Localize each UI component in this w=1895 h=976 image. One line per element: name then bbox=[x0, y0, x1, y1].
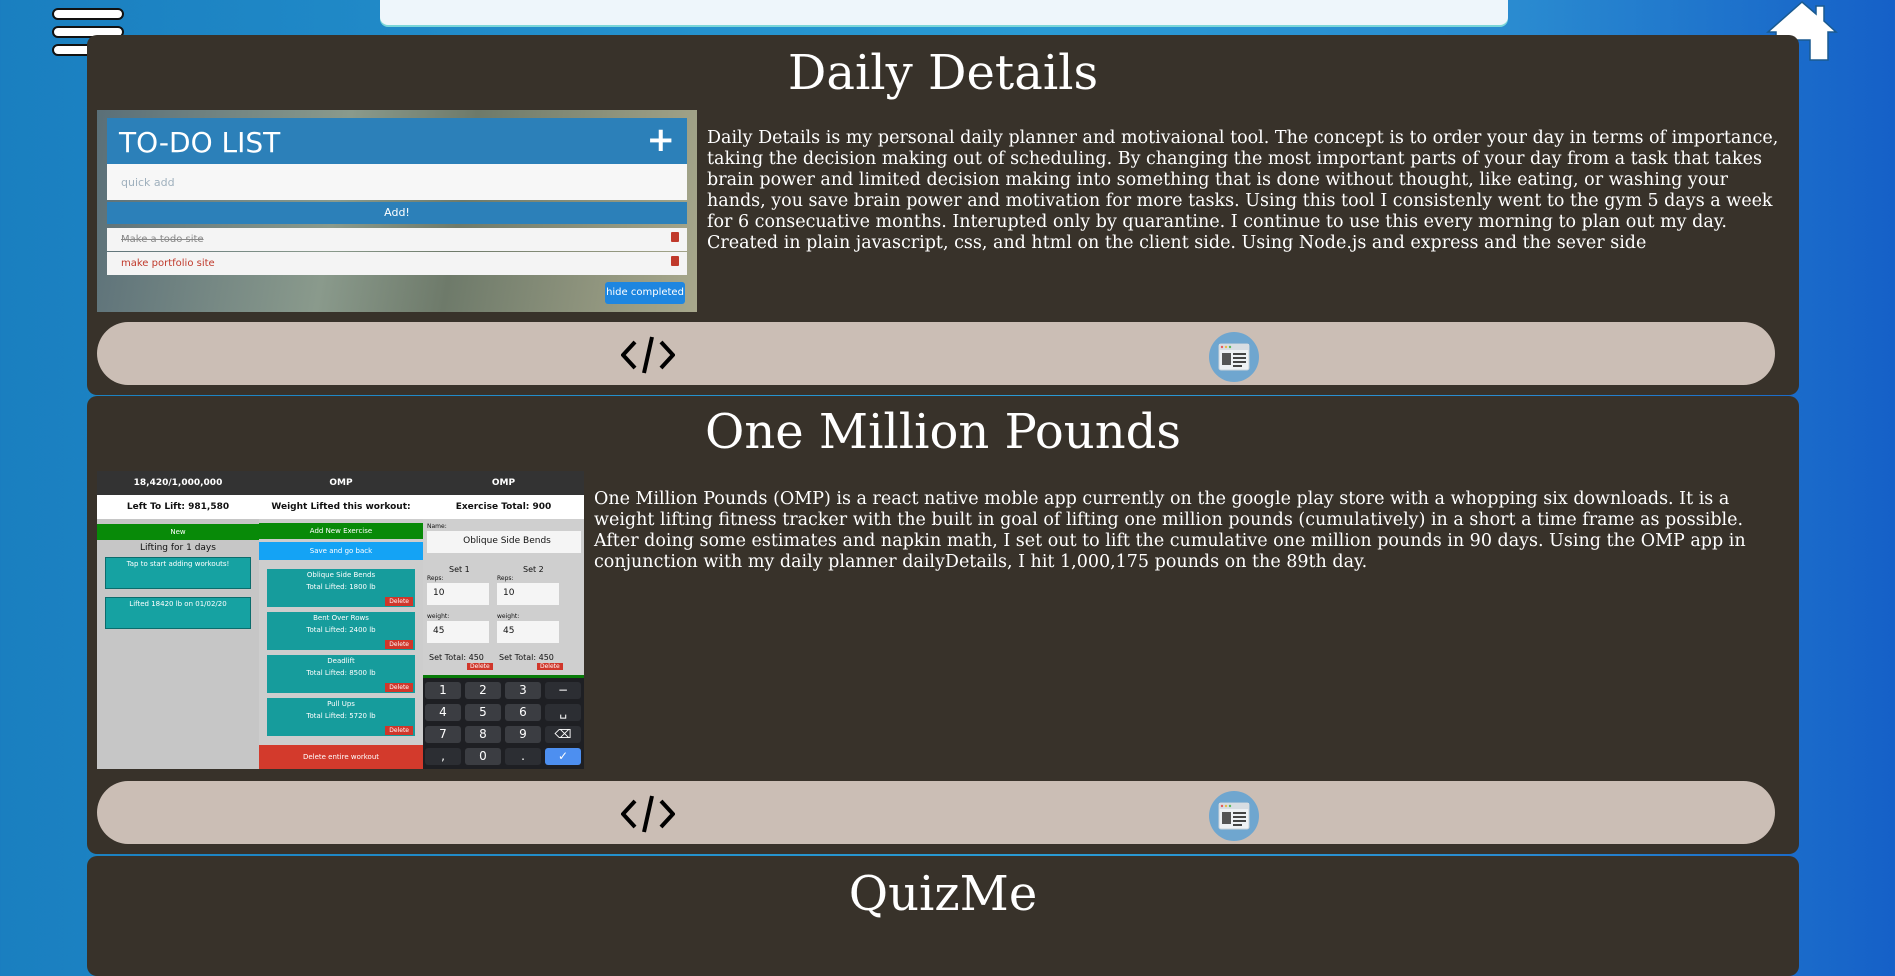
project-card-daily-details: Daily Details TO-DO LIST + quick add Add… bbox=[87, 35, 1799, 395]
omp-delete-button: Delete bbox=[385, 640, 413, 649]
omp-delete-button: Delete bbox=[385, 597, 413, 606]
omp-header: OMP bbox=[423, 471, 584, 495]
omp-name-label: Name: bbox=[427, 523, 447, 530]
omp-workout-item: Oblique Side Bends Total Lifted: 1800 lb… bbox=[267, 569, 415, 607]
project-links-bar bbox=[97, 322, 1775, 385]
todo-item-text: make portfolio site bbox=[121, 258, 215, 269]
trash-icon bbox=[671, 232, 679, 242]
todo-item: Make a todo site bbox=[107, 228, 687, 251]
omp-workout-item: Pull Ups Total Lifted: 5720 lb Delete bbox=[267, 698, 415, 736]
omp-workout-item: Deadlift Total Lifted: 8500 lb Delete bbox=[267, 655, 415, 693]
project-description: Daily Details is my personal daily plann… bbox=[707, 128, 1779, 253]
quick-add-placeholder: quick add bbox=[121, 176, 175, 189]
todo-item-text: Make a todo site bbox=[121, 234, 204, 245]
omp-delete-button: Delete bbox=[537, 663, 563, 670]
omp-workout-name: Bent Over Rows bbox=[313, 614, 369, 622]
project-title: QuizMe bbox=[848, 866, 1038, 922]
omp-name-field: Oblique Side Bends bbox=[427, 531, 581, 553]
project-title: Daily Details bbox=[787, 45, 1099, 101]
omp-add-exercise: Add New Exercise bbox=[259, 523, 423, 539]
keypad-key: ⌫ bbox=[545, 726, 581, 743]
todo-header-title: TO-DO LIST bbox=[119, 126, 281, 159]
keypad-key: 4 bbox=[425, 704, 461, 721]
code-icon[interactable] bbox=[620, 795, 676, 833]
project-screenshot: TO-DO LIST + quick add Add! Make a todo … bbox=[97, 110, 697, 312]
keypad-key: ✓ bbox=[545, 748, 581, 765]
project-screenshot: 18,420/1,000,000 Left To Lift: 981,580 N… bbox=[97, 471, 584, 769]
omp-exercise-screen: OMP Exercise Total: 900 Name: Oblique Si… bbox=[423, 471, 584, 769]
top-bar bbox=[380, 0, 1508, 25]
omp-home-screen: 18,420/1,000,000 Left To Lift: 981,580 N… bbox=[97, 471, 259, 769]
keypad-key: 3 bbox=[505, 682, 541, 699]
omp-reps-field: 10 bbox=[497, 583, 559, 605]
omp-workout-total-lifted: Total Lifted: 8500 lb bbox=[306, 669, 376, 677]
plus-icon: + bbox=[646, 120, 676, 160]
browser-window-icon[interactable] bbox=[1209, 791, 1259, 841]
browser-window-icon[interactable] bbox=[1209, 332, 1259, 382]
omp-left-to-lift: Left To Lift: 981,580 bbox=[97, 495, 259, 519]
todo-header: TO-DO LIST + bbox=[107, 118, 687, 164]
omp-weight-label: weight: bbox=[427, 613, 450, 620]
omp-set-total: Set Total: 450 bbox=[499, 653, 554, 662]
keypad-key: 1 bbox=[425, 682, 461, 699]
omp-weight-label: weight: bbox=[497, 613, 520, 620]
omp-reps-field: 10 bbox=[427, 583, 489, 605]
omp-lifted-entry: Lifted 18420 lb on 01/02/20 bbox=[105, 597, 251, 629]
keypad-key: 7 bbox=[425, 726, 461, 743]
project-card-quizme: QuizMe bbox=[87, 856, 1799, 976]
omp-new-button: New bbox=[97, 524, 259, 540]
numeric-keypad: 1 2 3 − 4 5 6 ␣ 7 8 9 ⌫ , 0 . ✓ bbox=[423, 675, 584, 769]
keypad-key: 8 bbox=[465, 726, 501, 743]
project-links-bar bbox=[97, 781, 1775, 844]
omp-progress-header: 18,420/1,000,000 bbox=[97, 471, 259, 495]
keypad-key: 2 bbox=[465, 682, 501, 699]
omp-weight-field: 45 bbox=[497, 621, 559, 643]
omp-save-back: Save and go back bbox=[259, 542, 423, 560]
omp-workout-name: Deadlift bbox=[327, 657, 355, 665]
omp-reps-label: Reps: bbox=[497, 575, 514, 582]
trash-icon bbox=[671, 256, 679, 266]
omp-lifting-days: Lifting for 1 days bbox=[140, 543, 216, 553]
keypad-key: . bbox=[505, 748, 541, 765]
add-button: Add! bbox=[107, 202, 687, 224]
omp-weight-field: 45 bbox=[427, 621, 489, 643]
project-description: One Million Pounds (OMP) is a react nati… bbox=[594, 489, 1746, 572]
omp-header: OMP bbox=[259, 471, 423, 495]
omp-workout-item: Bent Over Rows Total Lifted: 2400 lb Del… bbox=[267, 612, 415, 650]
omp-set1-label: Set 1 bbox=[449, 565, 470, 574]
keypad-key: − bbox=[545, 682, 581, 699]
keypad-key: 5 bbox=[465, 704, 501, 721]
omp-delete-button: Delete bbox=[385, 683, 413, 692]
hamburger-line bbox=[52, 8, 124, 20]
keypad-key: 9 bbox=[505, 726, 541, 743]
keypad-key: 0 bbox=[465, 748, 501, 765]
keypad-key: 6 bbox=[505, 704, 541, 721]
omp-delete-button: Delete bbox=[467, 663, 493, 670]
omp-workout-total-lifted: Total Lifted: 2400 lb bbox=[306, 626, 376, 634]
code-icon[interactable] bbox=[620, 336, 676, 374]
omp-workout-total: Weight Lifted this workout: 18420 bbox=[259, 495, 423, 536]
omp-workout-screen: OMP Weight Lifted this workout: 18420 Ad… bbox=[259, 471, 423, 769]
omp-reps-label: Reps: bbox=[427, 575, 444, 582]
omp-workout-total-lifted: Total Lifted: 1800 lb bbox=[306, 583, 376, 591]
project-title: One Million Pounds bbox=[705, 404, 1181, 460]
omp-tap-start: Tap to start adding workouts! bbox=[105, 557, 251, 589]
omp-workout-total-lifted: Total Lifted: 5720 lb bbox=[306, 712, 376, 720]
keypad-key: ␣ bbox=[545, 704, 581, 721]
omp-set-total: Set Total: 450 bbox=[429, 653, 484, 662]
omp-workout-name: Oblique Side Bends bbox=[306, 571, 376, 579]
keypad-key: , bbox=[425, 748, 461, 765]
project-card-one-million-pounds: One Million Pounds 18,420/1,000,000 Left… bbox=[87, 396, 1799, 854]
hide-completed-button: hide completed bbox=[605, 282, 685, 304]
omp-set2-label: Set 2 bbox=[523, 565, 544, 574]
quick-add-field: quick add bbox=[107, 164, 687, 200]
omp-delete-button: Delete bbox=[385, 726, 413, 735]
omp-workout-name: Pull Ups bbox=[327, 700, 355, 708]
todo-item: make portfolio site bbox=[107, 252, 687, 275]
omp-exercise-total: Exercise Total: 900 bbox=[423, 495, 584, 519]
omp-delete-workout: Delete entire workout bbox=[259, 745, 423, 769]
